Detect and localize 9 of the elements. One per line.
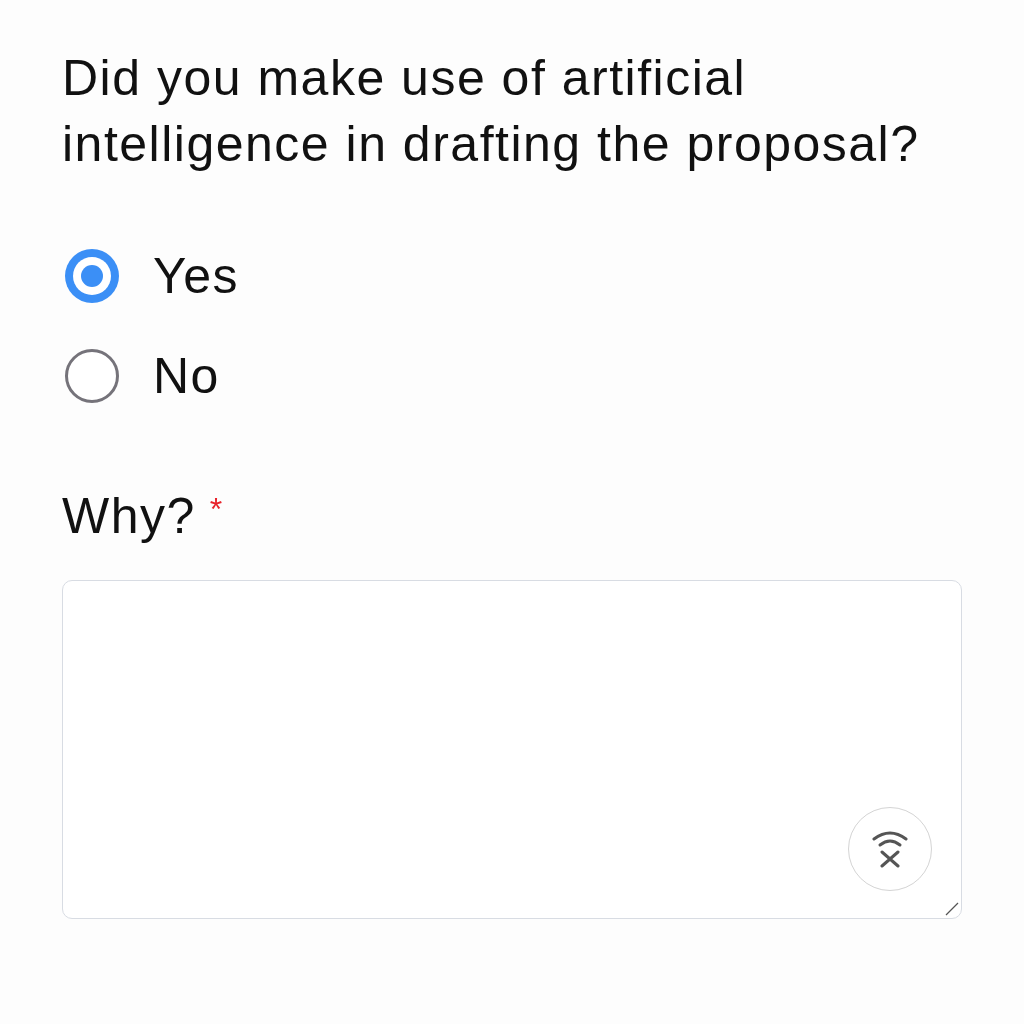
signal-off-icon [872, 830, 908, 868]
resize-handle-icon [945, 902, 959, 916]
option-label[interactable]: Yes [153, 248, 240, 304]
field-label: Why? [62, 487, 196, 546]
option-label[interactable]: No [153, 348, 220, 404]
required-mark: * [209, 493, 223, 525]
question-text: Did you make use of artificial intelligence in drafting the proposal? [62, 49, 921, 174]
radio-button[interactable] [65, 249, 119, 303]
radio-button[interactable] [65, 349, 119, 403]
